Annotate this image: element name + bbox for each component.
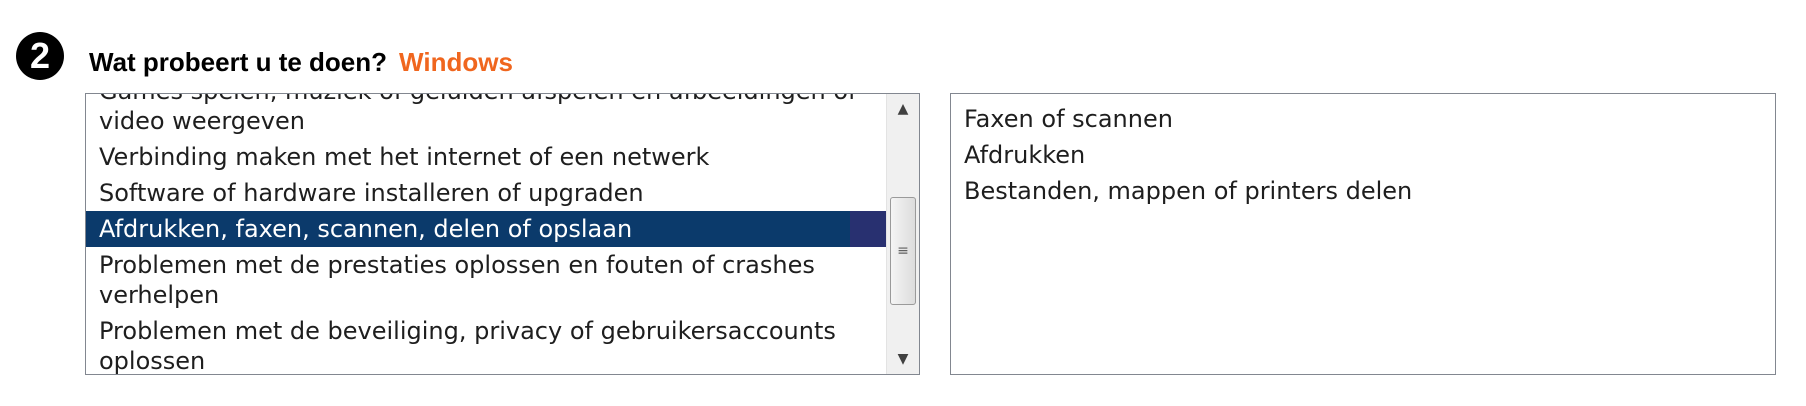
- subtopic-print[interactable]: Afdrukken: [951, 137, 1775, 173]
- step-heading: Wat probeert u te doen? Windows: [89, 46, 513, 78]
- list-item-internet[interactable]: Verbinding maken met het internet of een…: [86, 139, 886, 175]
- list-item-software[interactable]: Software of hardware installeren of upgr…: [86, 175, 886, 211]
- subtopic-listbox[interactable]: Faxen of scannen Afdrukken Bestanden, ma…: [950, 93, 1776, 375]
- question-label: Wat probeert u te doen?: [89, 47, 388, 77]
- list-item-security[interactable]: Problemen met de beveiliging, privacy of…: [86, 313, 886, 374]
- category-listbox[interactable]: Games spelen, muziek of geluiden afspele…: [85, 93, 920, 375]
- list-item-games[interactable]: Games spelen, muziek of geluiden afspele…: [86, 94, 886, 139]
- scroll-up-arrow-icon[interactable]: ▲: [887, 94, 919, 124]
- scroll-down-arrow-icon[interactable]: ▼: [887, 344, 919, 374]
- scroll-thumb[interactable]: ≡: [890, 197, 916, 305]
- os-label: Windows: [399, 47, 513, 77]
- step-number-badge: 2: [16, 32, 64, 80]
- list-item-printing-selected[interactable]: Afdrukken, faxen, scannen, delen of opsl…: [86, 211, 886, 247]
- vertical-scrollbar[interactable]: ▲ ≡ ▼: [886, 94, 919, 374]
- grip-icon: ≡: [897, 243, 909, 259]
- subtopic-share[interactable]: Bestanden, mappen of printers delen: [951, 173, 1775, 209]
- subtopic-fax-scan[interactable]: Faxen of scannen: [951, 101, 1775, 137]
- list-item-performance[interactable]: Problemen met de prestaties oplossen en …: [86, 247, 886, 313]
